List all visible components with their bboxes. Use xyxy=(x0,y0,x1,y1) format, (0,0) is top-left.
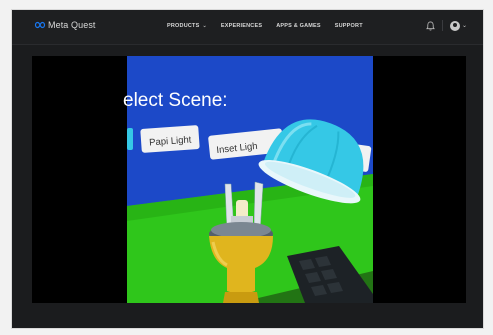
header-divider xyxy=(441,20,443,31)
left-clipped-button[interactable] xyxy=(127,128,133,150)
nav-products-label: PRODUCTS xyxy=(167,23,200,29)
chevron-down-icon: ⌄ xyxy=(461,23,467,29)
papi-light-button[interactable]: Papi Light xyxy=(140,125,200,153)
brand-name: Meta Quest xyxy=(48,20,96,30)
header-actions: ⌄ xyxy=(426,20,467,31)
site-header: Meta Quest PRODUCTS ⌄ EXPERIENCES APPS & … xyxy=(12,10,483,45)
vr-scene-frame: Papi Light Inset Ligh ach xyxy=(123,56,373,303)
nav-experiences[interactable]: EXPERIENCES xyxy=(221,23,262,29)
video-player[interactable]: Papi Light Inset Ligh ach xyxy=(32,56,466,303)
chevron-down-icon: ⌄ xyxy=(202,23,207,29)
nav-support[interactable]: SUPPORT xyxy=(335,23,363,29)
browser-content: Meta Quest PRODUCTS ⌄ EXPERIENCES APPS & … xyxy=(12,10,483,328)
nav-apps-games[interactable]: APPS & GAMES xyxy=(276,23,321,29)
scene-title-text: elect Scene: xyxy=(123,90,228,111)
meta-quest-logo[interactable]: Meta Quest xyxy=(34,20,96,30)
meta-infinity-icon xyxy=(34,21,46,29)
nav-products[interactable]: PRODUCTS ⌄ xyxy=(167,23,207,29)
avatar-icon[interactable] xyxy=(449,20,460,31)
scene-title: elect Scene: xyxy=(123,90,228,112)
notification-bell-icon[interactable] xyxy=(426,21,435,31)
main-nav: PRODUCTS ⌄ EXPERIENCES APPS & GAMES SUPPO… xyxy=(167,23,363,29)
